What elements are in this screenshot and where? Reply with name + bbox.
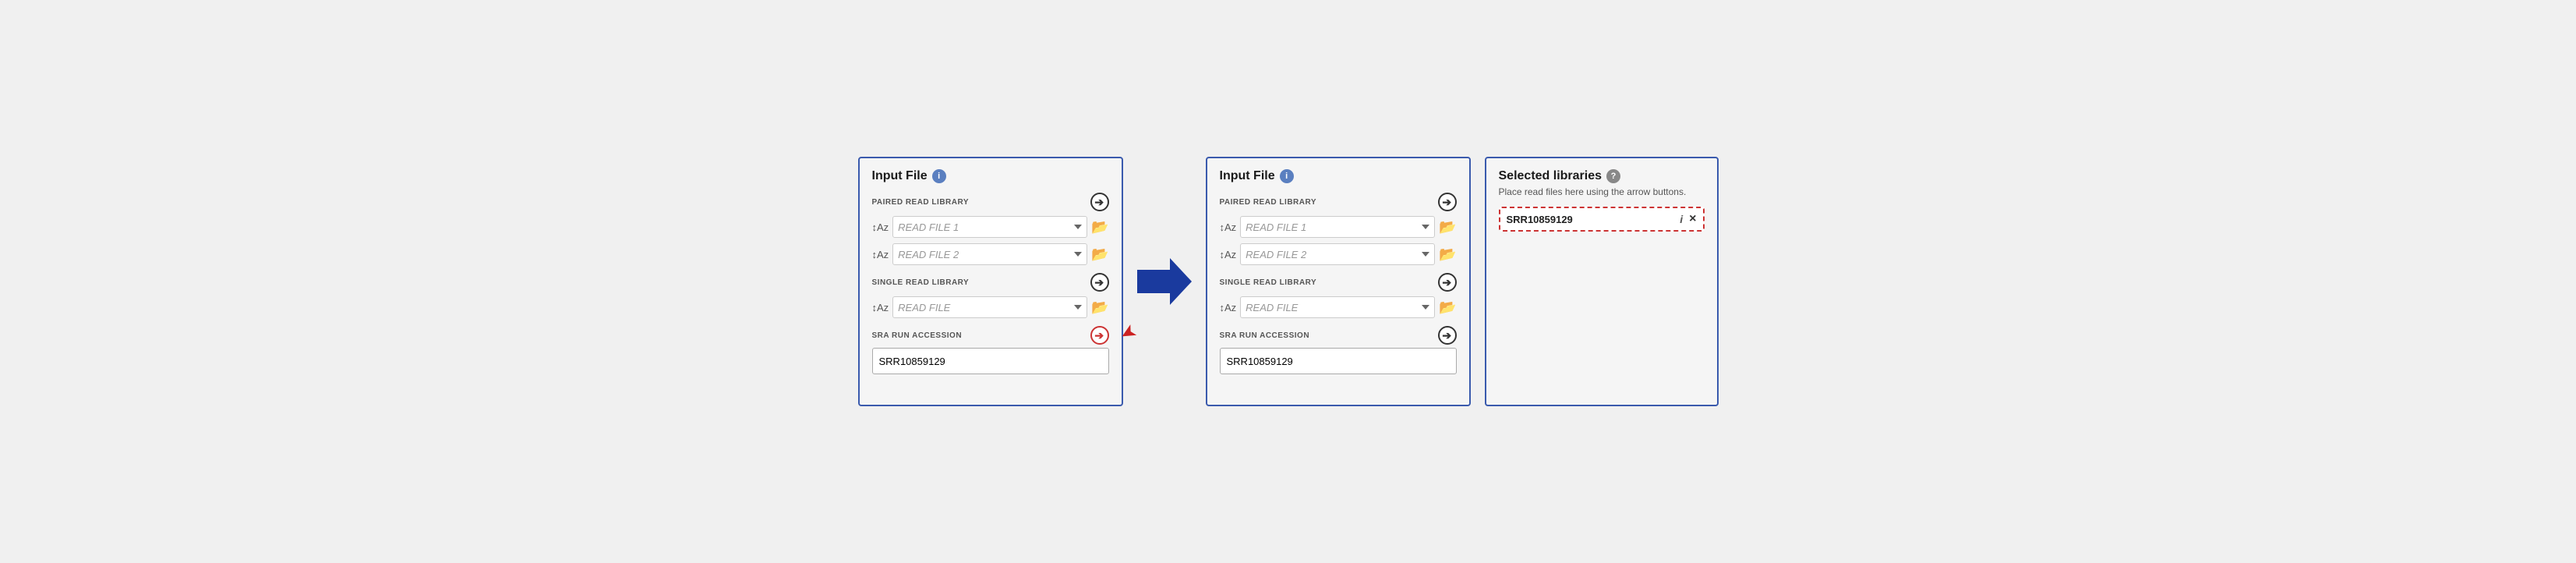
panel1-read-file-2-select[interactable]: READ FILE 2 (892, 243, 1087, 265)
panel2-sort-icon-2: ↕Az (1220, 249, 1237, 260)
panel2-folder-icon-3[interactable]: 📂 (1439, 299, 1456, 316)
panel1-paired-section: PAIRED READ LIBRARY ➔ ↕Az READ FILE 1 📂 … (872, 193, 1109, 265)
panel2-info-icon[interactable]: i (1280, 169, 1294, 183)
panel2-sra-label: SRA RUN ACCESSION ➔ (1220, 326, 1457, 345)
panel2-single-arrow-btn[interactable]: ➔ (1438, 273, 1457, 292)
panel2-title: Input File i (1220, 169, 1457, 183)
libraries-help-icon[interactable]: ? (1606, 169, 1620, 183)
libraries-title-text: Selected libraries (1499, 169, 1602, 183)
panel1-sort-icon-3: ↕Az (872, 302, 889, 313)
panel2-title-text: Input File (1220, 169, 1275, 183)
panel1-paired-label: PAIRED READ LIBRARY ➔ (872, 193, 1109, 211)
panel2-sort-icon-3: ↕Az (1220, 302, 1237, 313)
main-wrapper: Input File i PAIRED READ LIBRARY ➔ ↕Az R… (858, 157, 1719, 406)
selected-item-info-icon-0[interactable]: i (1680, 213, 1683, 225)
selected-item-name-0: SRR10859129 (1507, 214, 1573, 225)
big-arrow-between-1-2 (1137, 258, 1192, 305)
panel1-single-label: SINGLE READ LIBRARY ➔ (872, 273, 1109, 292)
panel1-folder-icon-2[interactable]: 📂 (1091, 246, 1108, 263)
selected-item-actions-0: i × (1680, 212, 1696, 226)
panel1-read-file-select[interactable]: READ FILE (892, 296, 1087, 318)
panel2-read-file-select[interactable]: READ FILE (1240, 296, 1435, 318)
panel2-paired-label: PAIRED READ LIBRARY ➔ (1220, 193, 1457, 211)
panel1-sra-section: SRA RUN ACCESSION ➔ ➤ (872, 326, 1109, 374)
panel2-paired-arrow-btn[interactable]: ➔ (1438, 193, 1457, 211)
panel1-sra-arrow-btn[interactable]: ➔ ➤ (1090, 326, 1109, 345)
panel2-sort-icon-1: ↕Az (1220, 221, 1237, 233)
panel2-read-file-1-row: ↕Az READ FILE 1 📂 (1220, 216, 1457, 238)
panel1-read-file-row: ↕Az READ FILE 📂 (872, 296, 1109, 318)
panel2-read-file-2-row: ↕Az READ FILE 2 📂 (1220, 243, 1457, 265)
panel2-read-file-1-select[interactable]: READ FILE 1 (1240, 216, 1435, 238)
selected-item-close-icon-0[interactable]: × (1689, 212, 1696, 226)
selected-library-item-0: SRR10859129 i × (1499, 207, 1705, 232)
panel1-folder-icon-1[interactable]: 📂 (1091, 219, 1108, 235)
panel1-sort-icon-1: ↕Az (872, 221, 889, 233)
panel1-sra-input[interactable] (872, 348, 1109, 374)
big-right-arrow-svg (1137, 258, 1192, 305)
panel2-single-label: SINGLE READ LIBRARY ➔ (1220, 273, 1457, 292)
panel1-read-file-1-select[interactable]: READ FILE 1 (892, 216, 1087, 238)
panel1-read-file-2-row: ↕Az READ FILE 2 📂 (872, 243, 1109, 265)
panel1-folder-icon-3[interactable]: 📂 (1091, 299, 1108, 316)
panel2-sra-section: SRA RUN ACCESSION ➔ (1220, 326, 1457, 374)
selected-libraries-panel: Selected libraries ? Place read files he… (1485, 157, 1719, 406)
panel2-folder-icon-2[interactable]: 📂 (1439, 246, 1456, 263)
panel2-read-file-row: ↕Az READ FILE 📂 (1220, 296, 1457, 318)
panel1-paired-arrow-btn[interactable]: ➔ (1090, 193, 1109, 211)
panel2-read-file-2-select[interactable]: READ FILE 2 (1240, 243, 1435, 265)
red-arrow-annotation: ➤ (1116, 320, 1139, 345)
panel2-sra-arrow-btn[interactable]: ➔ (1438, 326, 1457, 345)
panel1-single-section: SINGLE READ LIBRARY ➔ ↕Az READ FILE 📂 (872, 273, 1109, 318)
panel1-sort-icon-2: ↕Az (872, 249, 889, 260)
libraries-title: Selected libraries ? (1499, 169, 1705, 183)
panel1-single-arrow-btn[interactable]: ➔ (1090, 273, 1109, 292)
panel2-paired-section: PAIRED READ LIBRARY ➔ ↕Az READ FILE 1 📂 … (1220, 193, 1457, 265)
panel1-info-icon[interactable]: i (932, 169, 946, 183)
input-file-panel-1: Input File i PAIRED READ LIBRARY ➔ ↕Az R… (858, 157, 1123, 406)
panel1-read-file-1-row: ↕Az READ FILE 1 📂 (872, 216, 1109, 238)
panel2-folder-icon-1[interactable]: 📂 (1439, 219, 1456, 235)
libraries-subtitle: Place read files here using the arrow bu… (1499, 186, 1705, 197)
panel1-title-text: Input File (872, 169, 928, 183)
panel1-title: Input File i (872, 169, 1109, 183)
panel1-sra-label: SRA RUN ACCESSION ➔ ➤ (872, 326, 1109, 345)
panel2-sra-input[interactable] (1220, 348, 1457, 374)
panel2-single-section: SINGLE READ LIBRARY ➔ ↕Az READ FILE 📂 (1220, 273, 1457, 318)
input-file-panel-2: Input File i PAIRED READ LIBRARY ➔ ↕Az R… (1206, 157, 1471, 406)
